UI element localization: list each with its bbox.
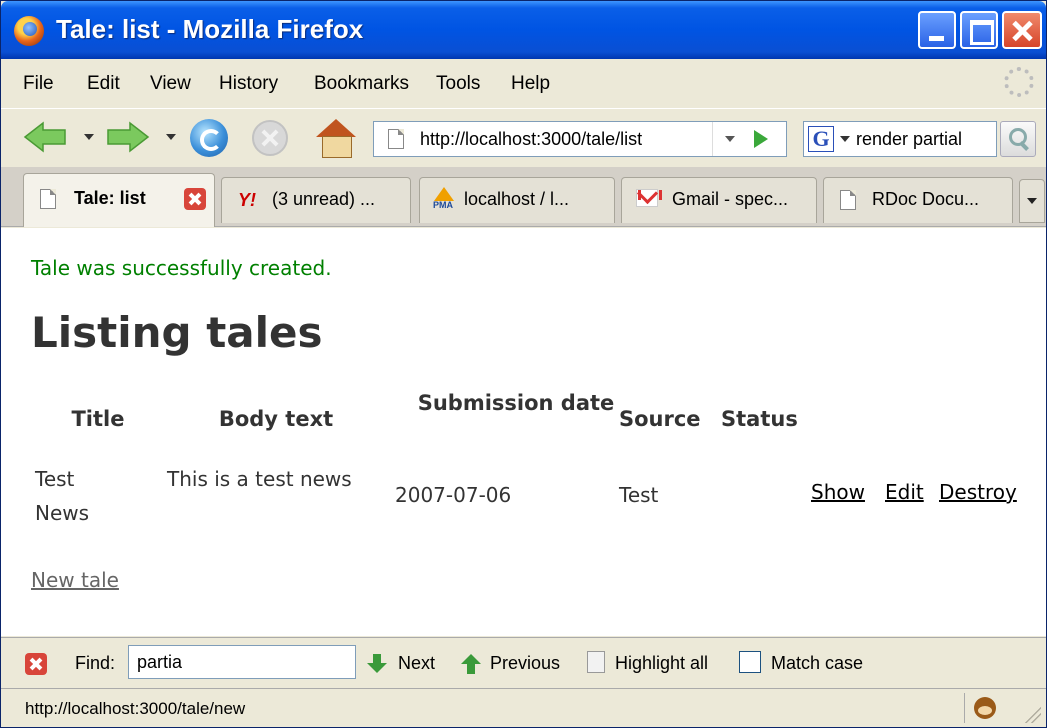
show-link[interactable]: Show [811, 480, 865, 504]
forward-history-dropdown[interactable] [166, 134, 176, 140]
match-case-label[interactable]: Match case [771, 653, 863, 674]
reload-icon[interactable] [190, 119, 228, 157]
search-box[interactable]: G render partial [803, 121, 997, 157]
status-bar: http://localhost:3000/tale/new [1, 688, 1046, 727]
yahoo-icon: Y! [238, 190, 256, 210]
find-next-icon[interactable] [367, 654, 387, 674]
menu-bar: File Edit View History Bookmarks Tools H… [1, 61, 1046, 107]
browser-window: Tale: list - Mozilla Firefox File Edit V… [0, 0, 1047, 728]
menu-help[interactable]: Help [511, 73, 550, 95]
menu-bookmarks[interactable]: Bookmarks [314, 73, 409, 95]
gmail-icon [636, 189, 662, 207]
edit-link[interactable]: Edit [885, 480, 924, 504]
navigation-toolbar: http://localhost:3000/tale/list G render… [1, 108, 1046, 166]
column-header-title: Title [71, 407, 125, 431]
tab-label: RDoc Docu... [872, 189, 980, 209]
destroy-link[interactable]: Destroy [939, 480, 1017, 504]
highlight-icon[interactable] [587, 651, 605, 673]
cell-submission-date: 2007-07-06 [395, 483, 512, 507]
tab-label: Gmail - spec... [672, 189, 789, 209]
throbber-icon [1004, 67, 1034, 97]
column-header-status: Status [721, 407, 798, 431]
url-bar[interactable]: http://localhost:3000/tale/list [373, 121, 787, 157]
menu-history[interactable]: History [219, 73, 278, 95]
column-header-source: Source [619, 407, 701, 431]
back-history-dropdown[interactable] [84, 134, 94, 140]
page-icon [40, 189, 56, 209]
cell-body-text: This is a test news [167, 467, 352, 491]
tab-label: localhost / l... [464, 189, 570, 209]
home-icon[interactable] [316, 119, 356, 158]
find-label: Find: [75, 653, 116, 673]
page-icon [388, 129, 404, 149]
menu-view[interactable]: View [150, 73, 191, 95]
menu-tools[interactable]: Tools [436, 73, 480, 95]
all-tabs-dropdown[interactable] [1019, 179, 1045, 223]
cell-source: Test [619, 483, 659, 507]
maximize-button[interactable] [960, 11, 998, 49]
tab-rdoc[interactable]: RDoc Docu... [823, 177, 1013, 223]
greasemonkey-icon[interactable] [974, 697, 996, 719]
back-arrow-icon [23, 121, 66, 153]
flash-notice: Tale was successfully created. [31, 256, 332, 280]
forward-button[interactable] [106, 121, 150, 153]
find-bar: Find: Next Previous Highlight all Match … [1, 637, 1046, 687]
tab-gmail[interactable]: Gmail - spec... [621, 177, 817, 223]
go-icon[interactable] [754, 130, 768, 148]
tab-yahoo[interactable]: Y! (3 unread) ... [221, 177, 411, 223]
tab-phpmyadmin[interactable]: localhost / l... [419, 177, 615, 223]
match-case-checkbox[interactable] [739, 651, 761, 673]
tab-strip: Tale: list Y! (3 unread) ... localhost /… [1, 167, 1046, 227]
search-engine-dropdown[interactable] [840, 136, 850, 142]
stop-icon[interactable] [252, 120, 288, 156]
page-content: Tale was successfully created. Listing t… [1, 228, 1046, 636]
menu-file[interactable]: File [23, 73, 54, 95]
google-icon[interactable]: G [808, 126, 834, 152]
tab-label: (3 unread) ... [272, 189, 376, 209]
find-input[interactable] [128, 645, 356, 679]
cell-title: Test News [35, 467, 90, 525]
column-header-submission-date: Submission date [417, 391, 615, 415]
tab-tale-list[interactable]: Tale: list [23, 173, 215, 227]
menu-edit[interactable]: Edit [87, 73, 120, 95]
find-previous-button[interactable]: Previous [490, 653, 560, 674]
status-text: http://localhost:3000/tale/new [25, 699, 246, 718]
tab-label: Tale: list [74, 188, 146, 208]
resize-grip[interactable] [1021, 703, 1041, 723]
close-tab-icon[interactable] [184, 188, 206, 210]
page-title: Listing tales [31, 308, 323, 357]
page-icon [840, 190, 856, 210]
url-history-dropdown[interactable] [712, 122, 746, 156]
highlight-all-button[interactable]: Highlight all [615, 653, 708, 674]
title-bar: Tale: list - Mozilla Firefox [1, 1, 1046, 59]
back-button[interactable] [23, 121, 67, 153]
search-input[interactable]: render partial [856, 129, 994, 150]
phpmyadmin-icon [433, 187, 454, 211]
status-divider [964, 693, 965, 723]
minimize-button[interactable] [918, 11, 956, 49]
find-next-button[interactable]: Next [398, 653, 435, 674]
find-previous-icon[interactable] [461, 654, 481, 674]
forward-arrow-icon [107, 121, 150, 153]
column-header-body-text: Body text [218, 407, 334, 431]
firefox-icon [14, 16, 44, 46]
search-icon[interactable] [1000, 121, 1036, 157]
window-title: Tale: list - Mozilla Firefox [56, 14, 364, 44]
close-window-button[interactable] [1002, 11, 1042, 49]
new-tale-link[interactable]: New tale [31, 568, 119, 592]
close-find-bar-icon[interactable] [25, 653, 47, 675]
url-text[interactable]: http://localhost:3000/tale/list [420, 129, 642, 150]
